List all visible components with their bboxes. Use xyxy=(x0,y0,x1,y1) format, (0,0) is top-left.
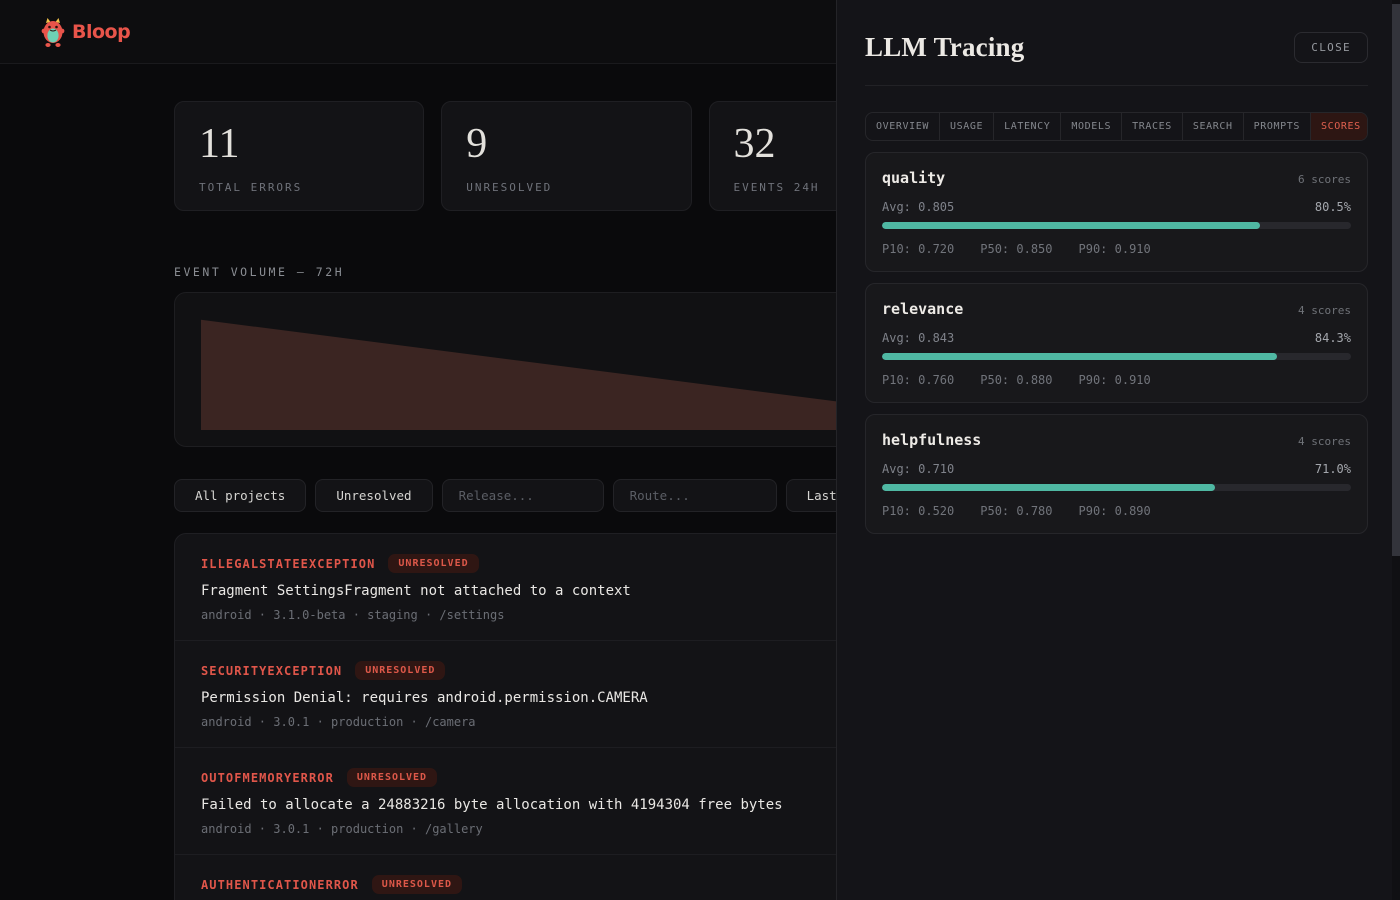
llm-tracing-panel: LLM Tracing CLOSE OVERVIEW USAGE LATENCY… xyxy=(836,0,1400,900)
score-progress-fill xyxy=(882,353,1277,360)
score-count: 4 scores xyxy=(1298,304,1351,317)
score-card-helpfulness: helpfulness 4 scores Avg: 0.710 71.0% P1… xyxy=(865,414,1368,534)
p50-value: P50: 0.780 xyxy=(980,504,1052,518)
tab-scores[interactable]: SCORES xyxy=(1311,113,1368,140)
status-badge: UNRESOLVED xyxy=(372,875,462,894)
tab-traces[interactable]: TRACES xyxy=(1122,113,1183,140)
score-progress-fill xyxy=(882,222,1260,229)
error-type: AUTHENTICATIONERROR xyxy=(201,878,359,892)
score-avg: Avg: 0.843 xyxy=(882,331,954,345)
p10-value: P10: 0.720 xyxy=(882,242,954,256)
score-progress-fill xyxy=(882,484,1215,491)
error-type: OUTOFMEMORYERROR xyxy=(201,771,334,785)
score-progress-track xyxy=(882,353,1351,360)
close-button[interactable]: CLOSE xyxy=(1294,32,1368,63)
p90-value: P90: 0.910 xyxy=(1079,373,1151,387)
score-progress-track xyxy=(882,484,1351,491)
filter-route-input[interactable] xyxy=(613,479,777,512)
monster-logo-icon xyxy=(40,17,66,47)
p50-value: P50: 0.850 xyxy=(980,242,1052,256)
score-count: 4 scores xyxy=(1298,435,1351,448)
score-percentiles: P10: 0.760 P50: 0.880 P90: 0.910 xyxy=(882,373,1351,387)
score-percentiles: P10: 0.720 P50: 0.850 P90: 0.910 xyxy=(882,242,1351,256)
scrollbar-thumb[interactable] xyxy=(1392,4,1400,556)
p10-value: P10: 0.760 xyxy=(882,373,954,387)
p90-value: P90: 0.890 xyxy=(1079,504,1151,518)
stat-value: 11 xyxy=(199,123,399,165)
score-card-quality: quality 6 scores Avg: 0.805 80.5% P10: 0… xyxy=(865,152,1368,272)
status-badge: UNRESOLVED xyxy=(355,661,445,680)
p90-value: P90: 0.910 xyxy=(1079,242,1151,256)
score-name: relevance xyxy=(882,300,963,318)
stat-card-total-errors: 11 TOTAL ERRORS xyxy=(174,101,424,211)
error-type: ILLEGALSTATEEXCEPTION xyxy=(201,557,375,571)
tab-latency[interactable]: LATENCY xyxy=(994,113,1061,140)
page-scrollbar[interactable] xyxy=(1392,0,1400,900)
score-percent: 80.5% xyxy=(1315,200,1351,214)
stat-card-unresolved: 9 UNRESOLVED xyxy=(441,101,691,211)
brand-logo[interactable]: Bloop xyxy=(40,17,130,47)
filter-status-button[interactable]: Unresolved xyxy=(315,479,432,512)
status-badge: UNRESOLVED xyxy=(388,554,478,573)
panel-divider xyxy=(865,85,1368,86)
tab-models[interactable]: MODELS xyxy=(1061,113,1122,140)
panel-tabs: OVERVIEW USAGE LATENCY MODELS TRACES SEA… xyxy=(865,112,1368,141)
panel-title: LLM Tracing xyxy=(865,32,1024,63)
stat-value: 9 xyxy=(466,123,666,165)
filter-release-input[interactable] xyxy=(442,479,604,512)
score-avg: Avg: 0.710 xyxy=(882,462,954,476)
tab-usage[interactable]: USAGE xyxy=(940,113,994,140)
score-name: quality xyxy=(882,169,945,187)
tab-prompts[interactable]: PROMPTS xyxy=(1244,113,1311,140)
score-count: 6 scores xyxy=(1298,173,1351,186)
tab-overview[interactable]: OVERVIEW xyxy=(866,113,940,140)
stat-label: TOTAL ERRORS xyxy=(199,181,399,194)
tab-search[interactable]: SEARCH xyxy=(1183,113,1244,140)
brand-name: Bloop xyxy=(72,21,130,43)
score-name: helpfulness xyxy=(882,431,981,449)
error-type: SECURITYEXCEPTION xyxy=(201,664,342,678)
p50-value: P50: 0.880 xyxy=(980,373,1052,387)
status-badge: UNRESOLVED xyxy=(347,768,437,787)
filter-projects-button[interactable]: All projects xyxy=(174,479,306,512)
score-progress-track xyxy=(882,222,1351,229)
score-card-relevance: relevance 4 scores Avg: 0.843 84.3% P10:… xyxy=(865,283,1368,403)
p10-value: P10: 0.520 xyxy=(882,504,954,518)
score-percent: 71.0% xyxy=(1315,462,1351,476)
score-percentiles: P10: 0.520 P50: 0.780 P90: 0.890 xyxy=(882,504,1351,518)
stat-label: UNRESOLVED xyxy=(466,181,666,194)
score-avg: Avg: 0.805 xyxy=(882,200,954,214)
score-percent: 84.3% xyxy=(1315,331,1351,345)
